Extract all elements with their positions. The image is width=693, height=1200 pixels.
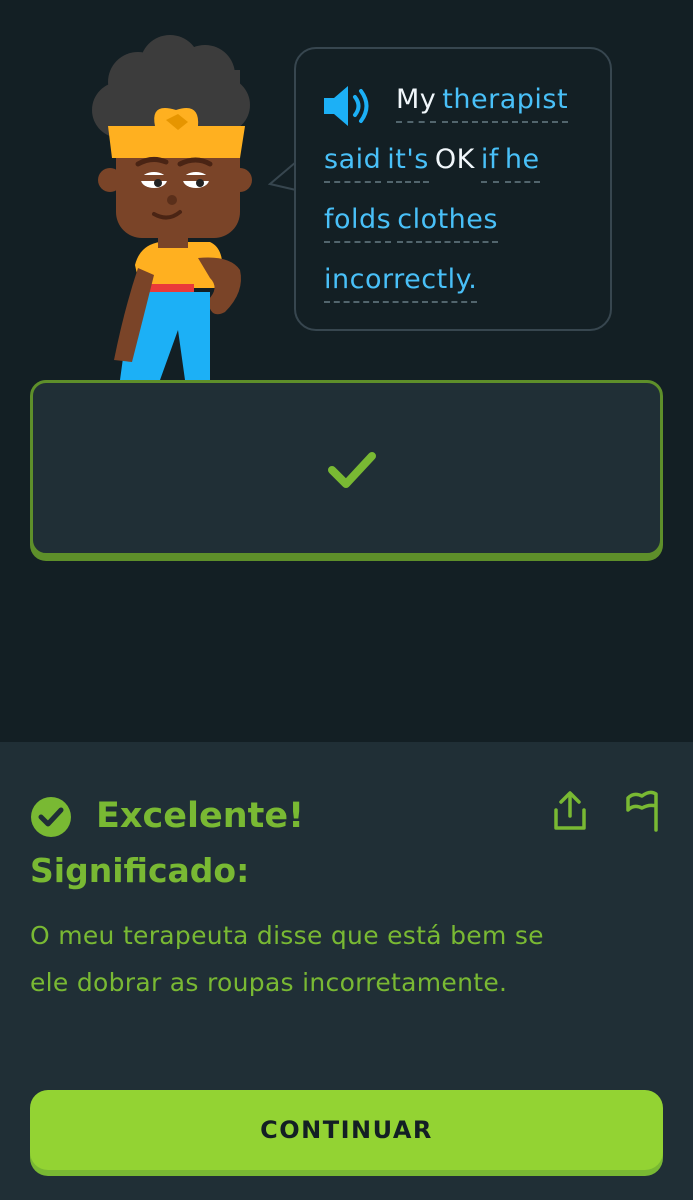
word-ok: OK — [434, 144, 475, 175]
meaning-label: Significado: — [30, 851, 250, 890]
feedback-panel: Excelente! Significado: O meu terapeuta … — [0, 742, 693, 1200]
word-folds[interactable]: folds — [324, 203, 392, 243]
word-said[interactable]: said — [324, 143, 382, 183]
share-icon[interactable] — [550, 790, 590, 832]
feedback-title: Excelente! — [96, 796, 305, 836]
sentence-line-1: My therapist — [396, 83, 574, 123]
translation-text: O meu terapeuta disse que está bem se el… — [30, 921, 544, 997]
word-he[interactable]: he — [504, 143, 540, 183]
word-therapist[interactable]: therapist — [442, 83, 569, 123]
word-clothes[interactable]: clothes — [397, 203, 498, 243]
word-incorrectly[interactable]: incorrectly. — [324, 263, 478, 303]
sentence-line-2: said it's OK if he — [324, 143, 546, 183]
word-if[interactable]: if — [480, 143, 499, 183]
challenge-area: My therapist said it's OK if he folds clothes … — [0, 0, 693, 742]
character-illustration — [92, 35, 252, 380]
speaker-icon[interactable] — [322, 83, 380, 129]
checkmark-icon — [328, 452, 376, 488]
sentence-line-4: incorrectly. — [324, 263, 483, 303]
check-circle-icon — [31, 797, 71, 837]
answer-box — [30, 380, 663, 556]
sentence-line-3: folds clothes — [324, 203, 504, 243]
flag-icon[interactable] — [622, 788, 664, 832]
word-my[interactable]: My — [396, 83, 437, 123]
speech-bubble: My therapist said it's OK if he folds clothes … — [294, 47, 612, 331]
continue-button[interactable]: CONTINUAR — [30, 1090, 663, 1170]
word-its[interactable]: it's — [387, 143, 429, 183]
